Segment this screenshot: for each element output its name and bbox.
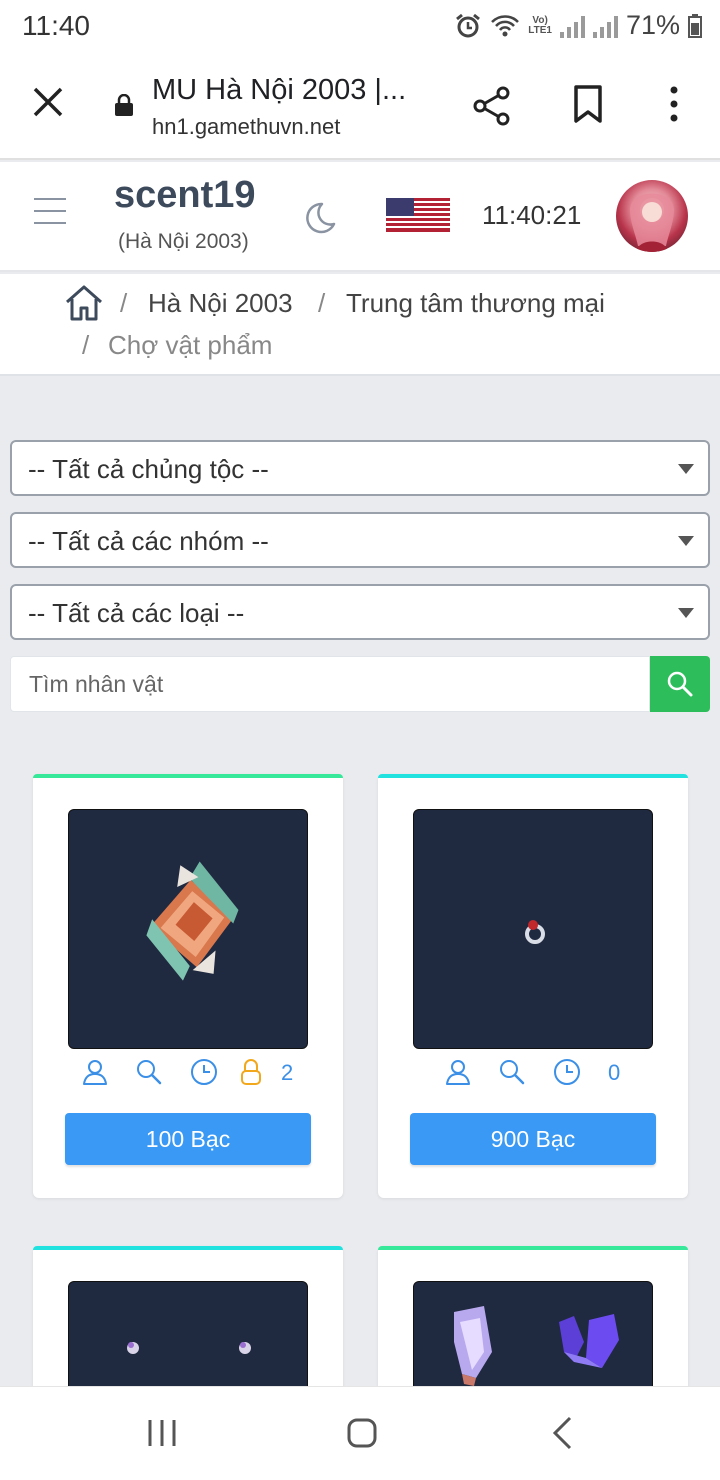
dark-mode-moon-icon[interactable] [302,200,338,236]
type-filter-value: -- Tất cả các loại -- [28,598,245,628]
status-icons: Vo) LTE1 71% [454,10,702,41]
card-accent [378,1246,688,1250]
card-accent [378,774,688,778]
seller-user-icon[interactable] [81,1058,109,1086]
lock-icon [115,94,133,116]
clock-icon[interactable] [190,1058,218,1086]
recent-apps-icon[interactable] [146,1417,178,1449]
chevron-down-icon [678,464,694,474]
group-filter-select[interactable]: -- Tất cả các nhóm -- [10,512,710,568]
search-button[interactable] [650,656,710,712]
buy-price-button[interactable]: 900 Bạc [410,1113,656,1165]
group-filter-value: -- Tất cả các nhóm -- [28,526,269,556]
status-time: 11:40 [22,10,90,41]
share-icon[interactable] [470,84,514,128]
item-actions: 2 [33,1058,343,1090]
search-icon [667,671,693,697]
back-icon[interactable] [550,1415,574,1451]
buy-price-button[interactable]: 100 Bạc [65,1113,311,1165]
breadcrumb-current: Chợ vật phẩm [108,330,273,360]
wifi-icon [491,14,520,36]
chevron-down-icon [678,536,694,546]
page-title[interactable]: MU Hà Nội 2003 |... [152,74,442,107]
system-navigation-bar [0,1386,720,1480]
more-options-icon[interactable] [660,84,688,124]
lte-indicator: Vo) LTE1 [528,14,552,36]
breadcrumb-trade-center[interactable]: Trung tâm thương mại [346,288,605,319]
server-name: (Hà Nội 2003) [118,230,249,253]
type-filter-select[interactable]: -- Tất cả các loại -- [10,584,710,640]
item-card[interactable]: 0 900 Bạc [378,774,688,1198]
server-clock: 11:40:21 [482,200,582,230]
breadcrumb-separator: / [318,288,326,318]
breadcrumb-separator: / [120,288,128,318]
clock-icon[interactable] [553,1058,581,1086]
seller-user-icon[interactable] [444,1058,472,1086]
signal-icon [559,14,585,38]
avatar-image [630,193,674,252]
browser-toolbar: MU Hà Nội 2003 |... hn1.gamethuvn.net [0,52,720,160]
item-image-ring[interactable] [413,809,653,1049]
battery-level: 71% [625,10,680,40]
home-button-icon[interactable] [346,1417,378,1449]
home-icon[interactable] [64,284,104,322]
card-accent [33,1246,343,1250]
race-filter-select[interactable]: -- Tất cả chủng tộc -- [10,440,710,496]
item-card[interactable]: 2 100 Bạc [33,774,343,1198]
bookmark-icon[interactable] [570,84,606,124]
avatar[interactable] [616,180,688,252]
item-image-armor[interactable] [68,809,308,1049]
card-accent [33,774,343,778]
alarm-icon [456,13,481,37]
hamburger-menu-icon[interactable] [34,198,66,226]
item-count: 0 [608,1060,621,1085]
site-header: scent19 (Hà Nội 2003) 11:40:21 [0,162,720,272]
character-search-input[interactable] [10,656,650,712]
status-bar: 11:40 Vo) LTE1 71% [0,0,720,52]
inspect-search-icon[interactable] [498,1058,526,1086]
race-filter-value: -- Tất cả chủng tộc -- [28,454,269,484]
ring-item-image [525,920,545,944]
breadcrumb: / Hà Nội 2003 / Trung tâm thương mại / C… [0,274,720,376]
item-actions: 0 [378,1058,688,1090]
lock-icon [241,1059,261,1085]
signal-icon-2 [592,14,618,38]
breadcrumb-separator: / [82,330,90,360]
lock-count: 2 [281,1060,294,1085]
username[interactable]: scent19 [114,174,256,217]
us-flag-icon[interactable] [386,198,450,232]
close-icon[interactable] [28,82,68,122]
page-url[interactable]: hn1.gamethuvn.net [152,114,340,140]
armor-item-image [146,861,239,981]
battery-icon [688,13,702,38]
inspect-search-icon[interactable] [135,1058,163,1086]
chevron-down-icon [678,608,694,618]
breadcrumb-server[interactable]: Hà Nội 2003 [148,288,293,319]
